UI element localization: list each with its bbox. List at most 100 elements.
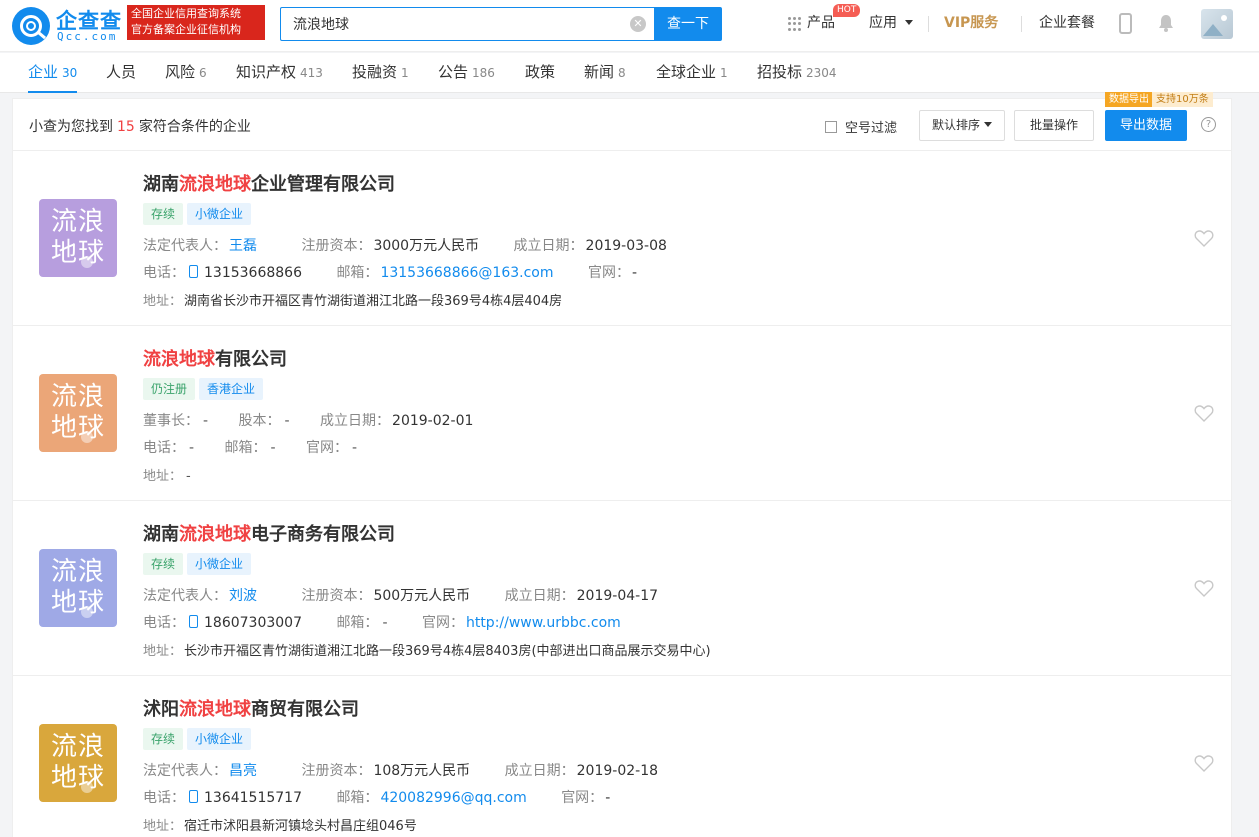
tab-count: 413 (300, 66, 323, 80)
field-label: 注册资本： (301, 238, 372, 254)
company-card: 流浪 地球 湖南流浪地球企业管理有限公司 存续 小微企业 法定代表人： 王磊 注册资… (13, 150, 1231, 325)
clear-search-icon[interactable]: ✕ (630, 16, 646, 32)
field-value: 2019-03-08 (585, 238, 667, 254)
favorite-heart-icon[interactable] (1194, 579, 1214, 597)
phone-value: 18607303007 (204, 615, 302, 631)
legal-rep-link[interactable]: 王磊 (229, 238, 257, 254)
logo-line-2: 地球 (50, 238, 105, 268)
nav-product[interactable]: 产品 (807, 0, 835, 52)
email-link[interactable]: 13153668866@163.com (380, 265, 553, 281)
search-category-tabs: 企业 30 人员 风险 6 知识产权 413 投融资 1 公告 186 政策 新闻 8 全球… (0, 53, 1259, 93)
company-contact-info: 电话： 18607303007 邮箱： - 官网： http://www.urbbc.… (143, 612, 621, 632)
tab-investment[interactable]: 投融资 1 (352, 53, 409, 93)
sort-dropdown[interactable]: 默认排序 (919, 110, 1005, 141)
website-value: - (631, 265, 638, 281)
mobile-icon (189, 790, 198, 803)
grid-icon[interactable] (788, 17, 802, 31)
favorite-heart-icon[interactable] (1194, 754, 1214, 772)
field-label: 官网： (587, 265, 630, 281)
field-label: 注册资本： (301, 588, 372, 604)
tab-count: 1 (720, 66, 728, 80)
legal-rep-link[interactable]: 刘波 (229, 588, 257, 604)
help-icon[interactable]: ? (1201, 117, 1216, 132)
tab-global-enterprise[interactable]: 全球企业 1 (656, 53, 728, 93)
name-highlight: 流浪地球 (179, 174, 251, 195)
email-value: - (382, 615, 388, 631)
company-basic-info: 董事长： - 股本： - 成立日期： 2019-02-01 (143, 410, 473, 430)
company-tags: 存续 小微企业 (143, 203, 255, 225)
field-label: 电话： (143, 790, 185, 806)
search-input[interactable] (281, 8, 611, 40)
user-avatar[interactable] (1201, 9, 1233, 39)
company-name-link[interactable]: 流浪地球有限公司 (143, 345, 287, 371)
company-logo[interactable]: 流浪 地球 (39, 724, 117, 802)
company-address: 地址： 湖南省长沙市开福区青竹湖街道湘江北路一段369号4栋4层404房 (143, 290, 562, 309)
mobile-icon (189, 615, 198, 628)
company-contact-info: 电话： 13641515717 邮箱： 420082996@qq.com 官网： - (143, 787, 610, 807)
company-name-link[interactable]: 沭阳流浪地球商贸有限公司 (143, 695, 359, 721)
field-label: 邮箱： (224, 440, 267, 456)
search-button[interactable]: 查一下 (654, 7, 722, 41)
qcc-logo-icon[interactable] (12, 7, 50, 45)
batch-operation-button[interactable]: 批量操作 (1014, 110, 1094, 141)
tab-bidding[interactable]: 招投标 2304 (757, 53, 837, 93)
company-type-badge: 小微企业 (187, 728, 252, 750)
field-value: - (284, 413, 290, 429)
tab-news[interactable]: 新闻 8 (584, 53, 626, 93)
name-highlight: 流浪地球 (143, 349, 215, 370)
results-panel: 小查为您找到 15 家符合条件的企业 空号过滤 默认排序 批量操作 数据导出 支持1… (12, 92, 1232, 837)
logo-line-1: 流浪 (50, 557, 105, 587)
tab-enterprise[interactable]: 企业 30 (28, 53, 78, 93)
vip-service-link[interactable]: VIP服务 (944, 0, 998, 46)
tab-announcement[interactable]: 公告 186 (438, 53, 495, 93)
tab-ip[interactable]: 知识产权 413 (236, 53, 323, 93)
company-contact-info: 电话： 13153668866 邮箱： 13153668866@163.com 官网… (143, 262, 637, 282)
tab-label: 企业 (28, 63, 59, 81)
filter-checkbox[interactable] (825, 121, 837, 133)
email-link[interactable]: 420082996@qq.com (380, 790, 526, 806)
tab-risk[interactable]: 风险 6 (165, 53, 207, 93)
field-label: 官网： (561, 790, 604, 806)
header-divider (928, 16, 929, 32)
logo-line-2: 地球 (50, 413, 105, 443)
empty-number-filter[interactable]: 空号过滤 (825, 117, 897, 136)
nav-enterprise-package[interactable]: 企业套餐 (1039, 0, 1095, 52)
company-card: 流浪 地球 流浪地球有限公司 仍注册 香港企业 董事长： - 股本： - 成立日期： 2… (13, 325, 1231, 500)
legal-rep-link[interactable]: 昌亮 (229, 763, 257, 779)
field-label: 官网： (306, 440, 349, 456)
nav-apps-label: 应用 (869, 15, 897, 31)
bell-icon[interactable] (1158, 14, 1174, 32)
field-label: 电话： (143, 265, 185, 281)
company-logo[interactable]: 流浪 地球 (39, 374, 117, 452)
address-value: 长沙市开福区青竹湖街道湘江北路一段369号4栋4层8403房(中部进出口商品展示… (184, 644, 711, 659)
tab-policy[interactable]: 政策 (525, 53, 555, 93)
field-label: 成立日期： (513, 238, 584, 254)
favorite-heart-icon[interactable] (1194, 229, 1214, 247)
field-label: 邮箱： (336, 790, 379, 806)
company-logo[interactable]: 流浪 地球 (39, 549, 117, 627)
export-data-button[interactable]: 导出数据 (1105, 110, 1187, 141)
company-name-link[interactable]: 湖南流浪地球企业管理有限公司 (143, 170, 395, 196)
company-basic-info: 法定代表人： 王磊 注册资本： 3000万元人民币 成立日期： 2019-03-08 (143, 235, 667, 255)
results-count: 15 (117, 119, 135, 135)
tab-count: 186 (472, 66, 495, 80)
field-label: 地址： (143, 469, 183, 484)
name-highlight: 流浪地球 (179, 524, 251, 545)
field-label: 电话： (143, 615, 185, 631)
logo-line-2: 地球 (50, 763, 105, 793)
logo-subtext[interactable]: Qcc.com (57, 30, 117, 43)
official-badge[interactable]: 全国企业信用查询系统 官方备案企业征信机构 (127, 5, 265, 40)
tab-label: 人员 (106, 63, 137, 81)
mobile-phone-icon[interactable] (1119, 13, 1132, 34)
website-link[interactable]: http://www.urbbc.com (466, 615, 621, 631)
field-label: 成立日期： (504, 763, 575, 779)
nav-apps[interactable]: 应用 (869, 0, 914, 52)
field-label: 邮箱： (336, 265, 379, 281)
company-type-badge: 小微企业 (187, 553, 252, 575)
company-name-link[interactable]: 湖南流浪地球电子商务有限公司 (143, 520, 395, 546)
address-value: - (186, 469, 191, 484)
company-logo[interactable]: 流浪 地球 (39, 199, 117, 277)
favorite-heart-icon[interactable] (1194, 404, 1214, 422)
summary-prefix: 小查为您找到 (29, 119, 113, 135)
tab-people[interactable]: 人员 (106, 53, 136, 93)
